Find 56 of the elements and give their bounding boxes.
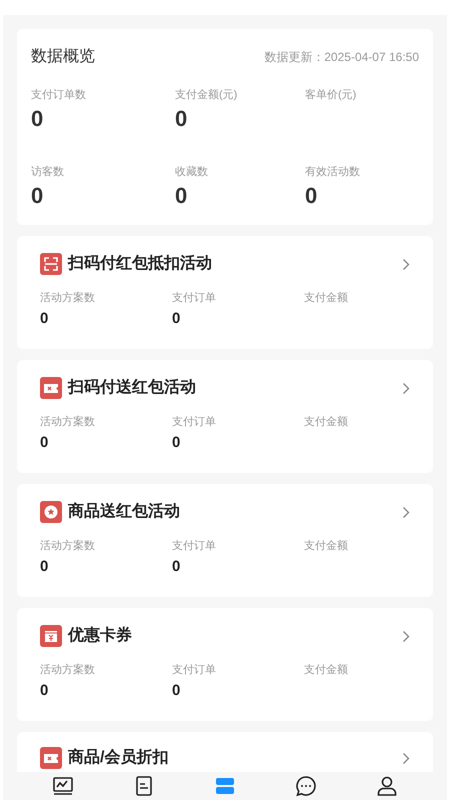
metric-value: 0 bbox=[172, 310, 182, 328]
metric-value: 0 bbox=[40, 558, 50, 576]
chart-monitor-icon[interactable] bbox=[51, 774, 76, 798]
metric-value: 0 bbox=[40, 310, 50, 328]
star-badge-icon bbox=[40, 501, 62, 523]
activity-title: 优惠卡券 bbox=[68, 626, 132, 646]
chevron-right-icon[interactable] bbox=[402, 630, 410, 642]
ticket-icon bbox=[40, 377, 62, 399]
metric-label: 支付金额 bbox=[304, 291, 349, 305]
metric-label: 活动方案数 bbox=[40, 663, 96, 677]
chevron-right-icon[interactable] bbox=[402, 382, 410, 394]
metric-label: 支付订单 bbox=[172, 291, 217, 305]
stat-value: 0 bbox=[175, 106, 188, 132]
metric-value: 0 bbox=[172, 558, 182, 576]
stat-value: 0 bbox=[175, 183, 188, 209]
stat-label: 支付金额(元) bbox=[175, 88, 238, 102]
activity-card[interactable]: 扫码付红包抵扣活动 活动方案数 0 支付订单 0 支付金额 bbox=[17, 236, 433, 349]
scan-icon bbox=[40, 253, 62, 275]
metric-label: 活动方案数 bbox=[40, 539, 96, 553]
stat-label: 访客数 bbox=[31, 165, 65, 179]
ticket-icon bbox=[40, 747, 62, 769]
metric-value: 0 bbox=[172, 682, 182, 700]
stat-value: 0 bbox=[305, 183, 318, 209]
metric-value: 0 bbox=[172, 434, 182, 452]
metric-label: 支付金额 bbox=[304, 539, 349, 553]
activity-card[interactable]: 扫码付送红包活动 活动方案数 0 支付订单 0 支付金额 bbox=[17, 360, 433, 473]
metric-label: 支付金额 bbox=[304, 415, 349, 429]
chat-icon[interactable] bbox=[294, 774, 318, 798]
update-time: 数据更新：2025-04-07 16:50 bbox=[264, 49, 419, 66]
activity-title: 商品/会员折扣 bbox=[68, 748, 168, 768]
stat-value: 0 bbox=[31, 106, 44, 132]
activity-title: 商品送红包活动 bbox=[68, 502, 180, 522]
stat-value: 0 bbox=[31, 183, 44, 209]
metric-label: 支付订单 bbox=[172, 415, 217, 429]
metric-label: 支付金额 bbox=[304, 663, 349, 677]
activity-title: 扫码付送红包活动 bbox=[68, 378, 196, 398]
calendar-yen-icon bbox=[40, 625, 62, 647]
metric-label: 活动方案数 bbox=[40, 291, 96, 305]
stat-label: 收藏数 bbox=[175, 165, 209, 179]
activity-title: 扫码付红包抵扣活动 bbox=[68, 254, 212, 274]
activity-card[interactable]: 商品送红包活动 活动方案数 0 支付订单 0 支付金额 bbox=[17, 484, 433, 597]
metric-label: 活动方案数 bbox=[40, 415, 96, 429]
activity-card[interactable]: 优惠卡券 活动方案数 0 支付订单 0 支付金额 bbox=[17, 608, 433, 721]
stat-label: 支付订单数 bbox=[31, 88, 87, 102]
chevron-right-icon[interactable] bbox=[402, 506, 410, 518]
metric-label: 支付订单 bbox=[172, 663, 217, 677]
activity-card[interactable]: 商品/会员折扣 bbox=[17, 732, 433, 772]
metric-value: 0 bbox=[40, 682, 50, 700]
stat-label: 客单价(元) bbox=[305, 88, 358, 102]
chevron-right-icon[interactable] bbox=[402, 752, 410, 764]
card-title: 数据概览 bbox=[31, 47, 95, 67]
user-icon[interactable] bbox=[374, 774, 399, 798]
metric-value: 0 bbox=[40, 434, 50, 452]
stat-label: 有效活动数 bbox=[305, 165, 361, 179]
chevron-right-icon[interactable] bbox=[402, 258, 410, 270]
metric-label: 支付订单 bbox=[172, 539, 217, 553]
